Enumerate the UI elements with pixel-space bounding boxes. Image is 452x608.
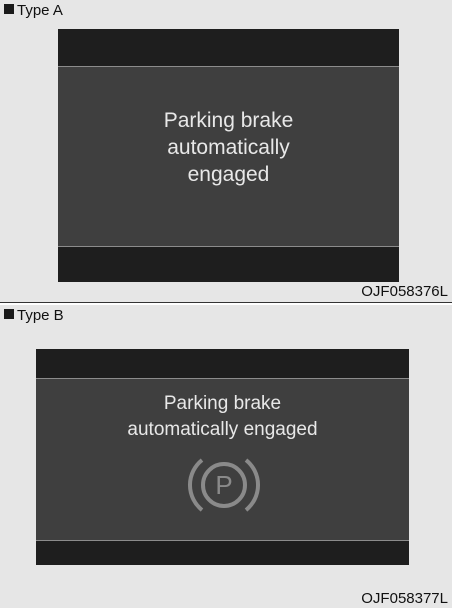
section-divider [0, 302, 452, 303]
type-b-panel: Type B Parking brake automatically engag… [0, 305, 452, 608]
type-b-heading: Type B [4, 307, 64, 325]
type-b-figure-code: OJF058377L [361, 590, 448, 607]
bullet-square-icon [4, 309, 14, 319]
manual-page: Type A Parking brake automatically engag… [0, 0, 452, 608]
parking-brake-letter: P [215, 470, 232, 500]
message-line-2: automatically [167, 136, 290, 159]
display-bottom-bar [58, 246, 399, 282]
parking-brake-icon: P [188, 458, 260, 512]
type-b-message: Parking brake automatically engaged [36, 391, 409, 443]
message-line-3: engaged [187, 163, 270, 186]
type-a-panel: Type A Parking brake automatically engag… [0, 0, 452, 303]
type-b-label: Type B [17, 307, 64, 324]
type-a-heading: Type A [4, 2, 63, 20]
message-line-1: Parking brake [163, 109, 294, 132]
message-line-2: automatically engaged [127, 419, 318, 440]
message-line-1: Parking brake [163, 393, 282, 414]
display-bottom-bar [36, 540, 409, 565]
type-a-label: Type A [17, 2, 63, 19]
display-top-bar [36, 349, 409, 379]
type-b-display-screen: Parking brake automatically engaged P [36, 349, 409, 565]
type-a-display-screen: Parking brake automatically engaged [58, 29, 399, 282]
type-a-figure-code: OJF058376L [361, 283, 448, 300]
bullet-square-icon [4, 4, 14, 14]
display-top-bar [58, 29, 399, 67]
type-a-message: Parking brake automatically engaged [58, 107, 399, 188]
